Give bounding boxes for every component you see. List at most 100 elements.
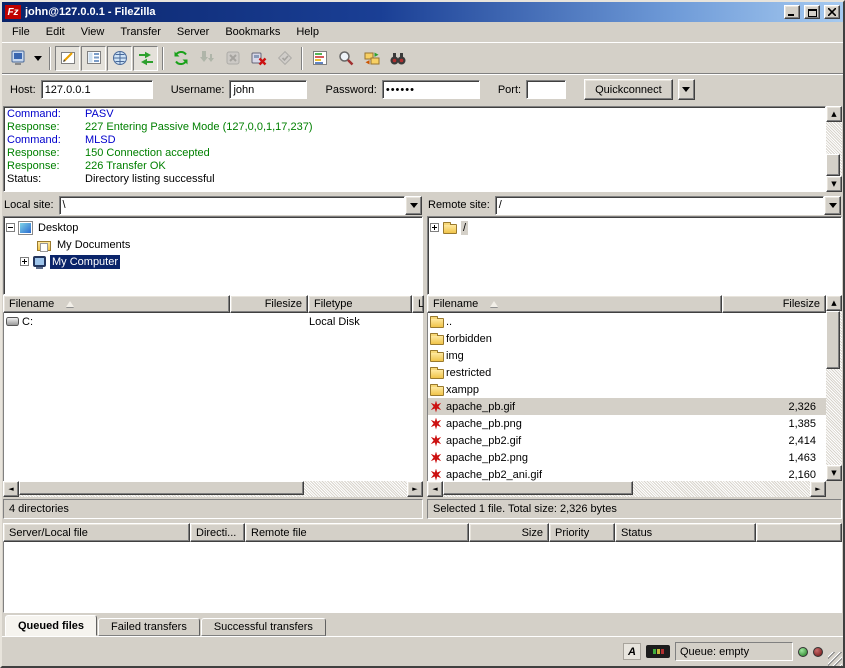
scrollbar-thumb[interactable] — [443, 481, 633, 495]
site-manager-button[interactable] — [5, 46, 30, 71]
menu-item[interactable]: Bookmarks — [217, 24, 288, 40]
remote-vertical-scrollbar[interactable]: ▲ ▼ — [826, 295, 842, 481]
column-header-remote-file[interactable]: Remote file — [245, 523, 469, 542]
close-button[interactable] — [824, 5, 840, 19]
remote-horizontal-scrollbar[interactable]: ◄ ► — [427, 481, 826, 497]
column-header-priority[interactable]: Priority — [549, 523, 615, 542]
queue-tab[interactable]: Successful transfers — [201, 618, 326, 636]
reconnect-button[interactable] — [272, 46, 297, 71]
remote-file-row[interactable]: apache_pb2_ani.gif 2,160 — [428, 466, 826, 481]
quickconnect-button[interactable]: Quickconnect — [584, 79, 673, 100]
column-header-filename[interactable]: Filename — [427, 295, 722, 313]
tree-label[interactable]: My Computer — [50, 255, 120, 269]
local-site-combo[interactable]: \ — [59, 196, 422, 215]
remote-site-value[interactable]: / — [495, 196, 824, 215]
tree-item-root[interactable]: / — [430, 219, 839, 236]
speed-limits-indicator[interactable] — [646, 645, 670, 658]
scrollbar-track[interactable] — [826, 122, 842, 176]
column-header-status[interactable]: Status — [615, 523, 756, 542]
scroll-right-icon[interactable]: ► — [810, 481, 826, 497]
find-files-button[interactable] — [333, 46, 358, 71]
expand-icon[interactable] — [20, 257, 29, 266]
tree-item-my-documents[interactable]: My Documents — [20, 236, 420, 253]
column-header-filetype[interactable]: Filetype — [308, 295, 412, 313]
queue-tab[interactable]: Failed transfers — [98, 618, 200, 636]
menu-item[interactable]: Transfer — [112, 24, 169, 40]
refresh-button[interactable] — [168, 46, 193, 71]
local-tree-icon — [85, 49, 103, 67]
file-search-button[interactable] — [385, 46, 410, 71]
local-file-row[interactable]: C: Local Disk — [4, 313, 423, 330]
menu-item[interactable]: Help — [288, 24, 327, 40]
password-label: Password: — [325, 84, 376, 96]
remote-file-row[interactable]: apache_pb.gif 2,326 — [428, 398, 826, 415]
column-header-size[interactable]: Size — [469, 523, 549, 542]
toggle-local-tree-button[interactable] — [81, 46, 106, 71]
scroll-right-icon[interactable]: ► — [407, 481, 423, 497]
scrollbar-thumb[interactable] — [826, 311, 840, 369]
remote-file-row[interactable]: img — [428, 347, 826, 364]
remote-file-row[interactable]: restricted — [428, 364, 826, 381]
directory-comparison-button[interactable] — [359, 46, 384, 71]
menu-item[interactable]: Server — [169, 24, 217, 40]
log-scrollbar[interactable]: ▲ ▼ — [826, 106, 842, 192]
remote-site-bar: Remote site: / — [427, 194, 842, 216]
minimize-button[interactable] — [784, 5, 800, 19]
port-input[interactable] — [526, 80, 566, 99]
tree-label[interactable]: My Documents — [55, 238, 132, 252]
tree-label[interactable]: Desktop — [36, 221, 80, 235]
remote-file-row[interactable]: .. — [428, 313, 826, 330]
quickconnect-dropdown-button[interactable] — [678, 79, 695, 100]
expand-icon[interactable] — [430, 223, 439, 232]
column-header-filesize[interactable]: Filesize — [230, 295, 308, 313]
column-header-direction[interactable]: Directi... — [190, 523, 245, 542]
scroll-down-icon[interactable]: ▼ — [826, 176, 842, 192]
scroll-up-icon[interactable]: ▲ — [826, 106, 842, 122]
scrollbar-thumb[interactable] — [826, 154, 840, 176]
column-header-filename[interactable]: Filename — [3, 295, 230, 313]
remote-file-row[interactable]: xampp — [428, 381, 826, 398]
site-manager-dropdown-button[interactable] — [31, 46, 45, 71]
cancel-operation-button[interactable] — [220, 46, 245, 71]
column-label: Remote file — [251, 527, 307, 539]
tree-item-desktop[interactable]: Desktop — [6, 219, 420, 236]
remote-file-row[interactable]: apache_pb2.png 1,463 — [428, 449, 826, 466]
remote-site-combo[interactable]: / — [495, 196, 841, 215]
local-site-dropdown-button[interactable] — [405, 196, 422, 215]
scrollbar-track[interactable] — [826, 311, 842, 465]
password-input[interactable] — [382, 80, 480, 99]
scroll-left-icon[interactable]: ◄ — [427, 481, 443, 497]
toggle-remote-tree-button[interactable] — [107, 46, 132, 71]
transfer-type-indicator[interactable]: A — [623, 643, 641, 660]
username-input[interactable] — [229, 80, 307, 99]
scroll-left-icon[interactable]: ◄ — [3, 481, 19, 497]
queue-tab[interactable]: Queued files — [5, 615, 97, 636]
disconnect-button[interactable] — [246, 46, 271, 71]
scrollbar-track[interactable] — [443, 481, 810, 497]
collapse-icon[interactable] — [6, 223, 15, 232]
local-site-value[interactable]: \ — [59, 196, 405, 215]
local-horizontal-scrollbar[interactable]: ◄ ► — [3, 481, 423, 497]
resize-grip[interactable] — [828, 652, 842, 666]
scrollbar-thumb[interactable] — [19, 481, 304, 495]
menu-item[interactable]: Edit — [38, 24, 73, 40]
menu-item[interactable]: File — [4, 24, 38, 40]
remote-site-dropdown-button[interactable] — [824, 196, 841, 215]
tree-label[interactable]: / — [461, 221, 468, 235]
process-queue-button[interactable] — [194, 46, 219, 71]
toggle-message-log-button[interactable] — [55, 46, 80, 71]
column-header-server-local-file[interactable]: Server/Local file — [3, 523, 190, 542]
maximize-button[interactable] — [804, 5, 820, 19]
remote-file-row[interactable]: apache_pb2.gif 2,414 — [428, 432, 826, 449]
remote-file-row[interactable]: forbidden — [428, 330, 826, 347]
host-input[interactable] — [41, 80, 153, 99]
remote-file-row[interactable]: apache_pb.png 1,385 — [428, 415, 826, 432]
toggle-transfer-queue-button[interactable] — [133, 46, 158, 71]
tree-item-my-computer[interactable]: My Computer — [20, 253, 420, 270]
directory-listing-filter-button[interactable] — [307, 46, 332, 71]
scrollbar-track[interactable] — [19, 481, 407, 497]
menu-item[interactable]: View — [73, 24, 113, 40]
column-header-filesize[interactable]: Filesize — [722, 295, 826, 313]
scroll-down-icon[interactable]: ▼ — [826, 465, 842, 481]
scroll-up-icon[interactable]: ▲ — [826, 295, 842, 311]
